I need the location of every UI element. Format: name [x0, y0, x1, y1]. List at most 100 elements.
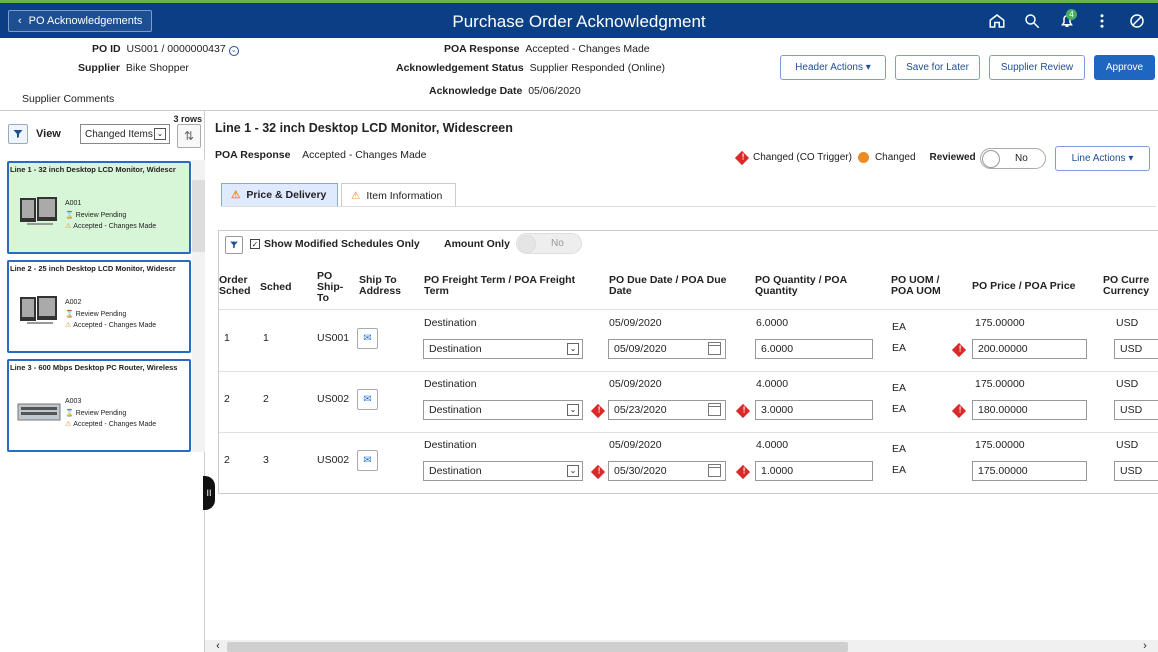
po-due-value: 05/09/2020 [609, 317, 662, 329]
ship-to-address-button[interactable]: ✉ [357, 328, 378, 349]
line-card-3[interactable]: Line 3 - 600 Mbps Desktop PC Router, Wir… [7, 359, 191, 452]
top-bar: ‹ PO Acknowledgements Purchase Order Ack… [0, 0, 1158, 38]
sidebar-scroll-thumb[interactable] [192, 180, 205, 252]
horizontal-scroll-thumb[interactable] [227, 642, 848, 652]
card-title: Line 3 - 600 Mbps Desktop PC Router, Wir… [10, 363, 178, 372]
line-card-2[interactable]: Line 2 - 25 inch Desktop LCD Monitor, Wi… [7, 260, 191, 353]
row-divider [219, 371, 1158, 372]
line-card-1[interactable]: Line 1 - 32 inch Desktop LCD Monitor, Wi… [7, 161, 191, 254]
po-price-value: 175.00000 [975, 378, 1025, 390]
po-freight-value: Destination [424, 439, 477, 451]
no-icon[interactable] [1126, 10, 1148, 32]
poa-currency-input[interactable]: USD [1114, 461, 1158, 481]
poa-price-value: 200.00000 [978, 343, 1028, 355]
column-po-ship-to: PO Ship-To [317, 270, 344, 304]
po-price-value: 175.00000 [975, 317, 1025, 329]
po-qty-value: 4.0000 [756, 439, 789, 451]
filter-button[interactable] [8, 124, 28, 144]
poa-freight-value: Destination [429, 465, 482, 477]
order-sched-value: 2 [224, 393, 230, 405]
changed-icon [857, 152, 869, 163]
poa-price-input[interactable]: 200.00000 [972, 339, 1087, 359]
po-currency-value: USD [1116, 378, 1139, 390]
line-actions-button[interactable]: Line Actions ▾ [1055, 146, 1150, 171]
column-currency: PO Curre Currency [1103, 275, 1150, 297]
column-quantity: PO Quantity / POA Quantity [755, 274, 847, 297]
envelope-icon: ✉ [363, 394, 372, 405]
order-sched-value: 1 [224, 332, 230, 344]
ship-to-value: US002 [317, 393, 350, 405]
poa-due-value: 05/23/2020 [614, 404, 667, 416]
poa-price-input[interactable]: 175.00000 [972, 461, 1087, 481]
poa-currency-input[interactable]: USD [1114, 339, 1158, 359]
ship-to-address-button[interactable]: ✉ [357, 450, 378, 471]
sched-value: 3 [263, 454, 269, 466]
poa-qty-input[interactable]: 6.0000 [755, 339, 873, 359]
view-label: View [36, 128, 61, 140]
card-response: ⚠ Accepted - Changes Made [65, 420, 157, 429]
poa-qty-value: 1.0000 [761, 465, 794, 477]
supplier-comments-label: Supplier Comments [22, 93, 115, 105]
poa-freight-value: Destination [429, 343, 482, 355]
reviewed-toggle[interactable]: No [980, 148, 1046, 169]
poa-price-input[interactable]: 180.00000 [972, 400, 1087, 420]
amount-only-toggle[interactable]: No [516, 233, 582, 254]
warning-icon: ⚠ [65, 421, 72, 428]
poa-due-value: 05/09/2020 [614, 343, 667, 355]
poa-uom-value: EA [892, 403, 907, 415]
poa-freight-select[interactable]: Destination ⌄ [423, 400, 583, 420]
router-image [17, 403, 61, 421]
calendar-icon[interactable] [708, 403, 721, 416]
poa-uom-value: EA [892, 342, 907, 354]
card-status: ⌛ Review Pending [65, 409, 127, 418]
show-modified-label: Show Modified Schedules Only [264, 238, 420, 250]
po-uom-value: EA [892, 321, 907, 333]
changed-label: Changed [874, 152, 916, 163]
more-icon[interactable] [1091, 10, 1113, 32]
poa-qty-input[interactable]: 3.0000 [755, 400, 873, 420]
search-icon[interactable] [1021, 10, 1043, 32]
supplier-review-button[interactable]: Supplier Review [989, 55, 1085, 80]
ship-to-address-button[interactable]: ✉ [357, 389, 378, 410]
header-actions-button[interactable]: Header Actions ▾ [780, 55, 886, 80]
poa-due-input[interactable]: 05/30/2020 [608, 461, 726, 481]
poa-due-input[interactable]: 05/23/2020 [608, 400, 726, 420]
tab-price-delivery[interactable]: ⚠ Price & Delivery [221, 183, 338, 207]
save-for-later-button[interactable]: Save for Later [895, 55, 980, 80]
calendar-icon[interactable] [708, 342, 721, 355]
po-uom-value: EA [892, 443, 907, 455]
home-icon[interactable] [986, 10, 1008, 32]
scroll-left-icon[interactable]: ‹ [213, 640, 223, 652]
line-poa-response: POA Response Accepted - Changes Made [215, 149, 427, 161]
poa-freight-select[interactable]: Destination ⌄ [423, 461, 583, 481]
poa-qty-input[interactable]: 1.0000 [755, 461, 873, 481]
poa-freight-select[interactable]: Destination ⌄ [423, 339, 583, 359]
sched-value: 2 [263, 393, 269, 405]
po-freight-value: Destination [424, 317, 477, 329]
scroll-right-icon[interactable]: › [1140, 640, 1150, 652]
poa-currency-input[interactable]: USD [1114, 400, 1158, 420]
warning-icon: ⚠ [231, 189, 241, 201]
view-select[interactable]: Changed Items ⌄ [80, 124, 170, 144]
envelope-icon: ✉ [363, 333, 372, 344]
order-sched-value: 2 [224, 454, 230, 466]
calendar-icon[interactable] [708, 464, 721, 477]
hourglass-icon: ⌛ [65, 212, 74, 219]
chevron-down-icon[interactable]: ⌄ [228, 46, 239, 56]
poa-uom-value: EA [892, 464, 907, 476]
monitor-image [20, 296, 57, 324]
grid-filter-button[interactable] [225, 236, 243, 254]
tab-item-information[interactable]: ⚠ Item Information [341, 183, 456, 207]
notification-badge: 4 [1066, 9, 1077, 20]
bell-icon[interactable]: 4 [1056, 9, 1078, 32]
poa-due-input[interactable]: 05/09/2020 [608, 339, 726, 359]
changed-trigger-icon [590, 464, 606, 480]
sched-value: 1 [263, 332, 269, 344]
approve-button[interactable]: Approve [1094, 55, 1155, 80]
show-modified-checkbox[interactable]: ✓ [250, 239, 260, 249]
warning-icon: ⚠ [65, 322, 72, 329]
card-status: ⌛ Review Pending [65, 310, 127, 319]
poa-response-field: POA Response Accepted - Changes Made [444, 43, 650, 55]
card-id: A001 [65, 200, 82, 207]
sort-button[interactable]: ⇅ [177, 124, 201, 148]
